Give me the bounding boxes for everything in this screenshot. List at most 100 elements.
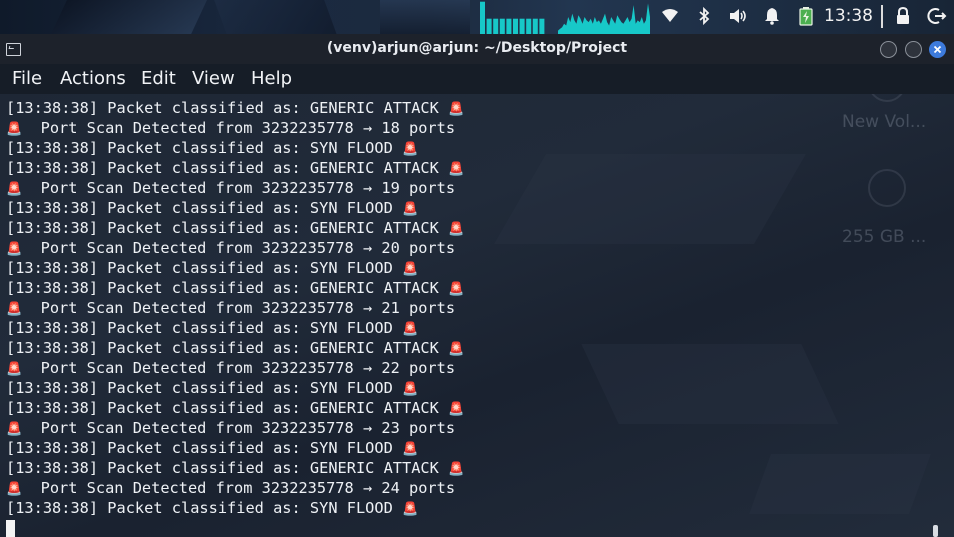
siren-icon: 🚨 — [448, 462, 465, 477]
text-cursor — [6, 520, 15, 537]
terminal-line: [13:38:38] Packet classified as: SYN FLO… — [6, 378, 464, 398]
menu-help[interactable]: Help — [251, 68, 292, 90]
terminal-line: [13:38:38] Packet classified as: SYN FLO… — [6, 198, 464, 218]
terminal-line: [13:38:38] Packet classified as: GENERIC… — [6, 218, 464, 238]
cpu-bar — [532, 18, 538, 34]
wallpaper-shape — [749, 454, 931, 514]
close-icon — [933, 45, 942, 54]
terminal-line-text: [13:38:38] Packet classified as: GENERIC… — [6, 339, 439, 357]
wallpaper-shape — [581, 344, 839, 424]
cpu-monitor-graph[interactable] — [476, 0, 556, 34]
terminal-line: [13:38:38] Packet classified as: GENERIC… — [6, 398, 464, 418]
cpu-bar — [506, 18, 512, 34]
cpu-bar — [513, 18, 518, 34]
siren-icon: 🚨 — [402, 502, 419, 517]
network-monitor-graph[interactable] — [558, 0, 650, 34]
desktop-label-255gb: 255 GB ... — [842, 227, 927, 247]
terminal-line-text: [13:38:38] Packet classified as: SYN FLO… — [6, 199, 393, 217]
cpu-bar — [526, 18, 532, 34]
window-titlebar[interactable]: (venv)arjun@arjun: ~/Desktop/Project — [0, 34, 954, 64]
terminal-line: 🚨 Port Scan Detected from 3232235778 → 2… — [6, 358, 464, 378]
wallpaper-shape — [380, 0, 470, 34]
terminal-window[interactable]: (venv)arjun@arjun: ~/Desktop/Project Fil… — [0, 34, 954, 537]
terminal-line: 🚨 Port Scan Detected from 3232235778 → 2… — [6, 478, 464, 498]
cpu-bar — [486, 18, 492, 34]
desktop-label-new-volume: New Vol... — [842, 112, 927, 132]
terminal-line: 🚨 Port Scan Detected from 3232235778 → 1… — [6, 178, 464, 198]
cpu-bar — [519, 18, 525, 34]
terminal-line: [13:38:38] Packet classified as: SYN FLO… — [6, 438, 464, 458]
menu-file[interactable]: File — [12, 68, 42, 90]
menu-bar: File Actions Edit View Help — [0, 64, 954, 94]
siren-icon: 🚨 — [402, 262, 419, 277]
wallpaper-shape — [48, 0, 212, 34]
terminal-line: [13:38:38] Packet classified as: GENERIC… — [6, 98, 464, 118]
siren-icon: 🚨 — [6, 182, 23, 197]
panel-divider — [881, 5, 883, 28]
terminal-output[interactable]: New Vol... 255 GB ... [13:38:38] Packet … — [0, 94, 954, 537]
logout-icon[interactable] — [927, 6, 947, 26]
minimize-button[interactable] — [880, 41, 897, 58]
siren-icon: 🚨 — [6, 362, 23, 377]
wifi-icon[interactable] — [660, 6, 680, 26]
terminal-line: [13:38:38] Packet classified as: SYN FLO… — [6, 318, 464, 338]
terminal-line-text: Port Scan Detected from 3232235778 → 20 … — [22, 239, 456, 257]
siren-icon: 🚨 — [6, 482, 23, 497]
drive-icon — [868, 94, 906, 102]
bell-icon[interactable] — [762, 6, 782, 26]
terminal-lines: [13:38:38] Packet classified as: GENERIC… — [6, 98, 464, 518]
terminal-line-text: [13:38:38] Packet classified as: SYN FLO… — [6, 439, 393, 457]
terminal-line: [13:38:38] Packet classified as: GENERIC… — [6, 338, 464, 358]
siren-icon: 🚨 — [6, 302, 23, 317]
terminal-line: [13:38:38] Packet classified as: SYN FLO… — [6, 498, 464, 518]
terminal-line-text: [13:38:38] Packet classified as: SYN FLO… — [6, 499, 393, 517]
network-activity-area — [558, 3, 650, 34]
siren-icon: 🚨 — [402, 322, 419, 337]
window-title: (venv)arjun@arjun: ~/Desktop/Project — [326, 40, 628, 56]
siren-icon: 🚨 — [448, 402, 465, 417]
siren-icon: 🚨 — [448, 162, 465, 177]
terminal-line-text: Port Scan Detected from 3232235778 → 18 … — [22, 119, 456, 137]
terminal-line: 🚨 Port Scan Detected from 3232235778 → 2… — [6, 238, 464, 258]
siren-icon: 🚨 — [448, 282, 465, 297]
terminal-line-text: Port Scan Detected from 3232235778 → 23 … — [22, 419, 456, 437]
close-button[interactable] — [929, 41, 946, 58]
terminal-line-text: [13:38:38] Packet classified as: SYN FLO… — [6, 139, 393, 157]
terminal-line: [13:38:38] Packet classified as: GENERIC… — [6, 158, 464, 178]
volume-icon[interactable] — [728, 6, 748, 26]
terminal-line-text: [13:38:38] Packet classified as: GENERIC… — [6, 279, 439, 297]
terminal-line-text: [13:38:38] Packet classified as: GENERIC… — [6, 399, 439, 417]
terminal-line-text: [13:38:38] Packet classified as: SYN FLO… — [6, 259, 393, 277]
terminal-line-text: Port Scan Detected from 3232235778 → 22 … — [22, 359, 456, 377]
drive-icon — [868, 169, 906, 207]
cpu-bar — [480, 1, 485, 34]
clock[interactable]: 13:38 — [824, 5, 873, 27]
terminal-line-text: [13:38:38] Packet classified as: GENERIC… — [6, 159, 439, 177]
terminal-line-text: Port Scan Detected from 3232235778 → 19 … — [22, 179, 456, 197]
cpu-bar — [499, 18, 505, 34]
siren-icon: 🚨 — [402, 442, 419, 457]
scrollbar-thumb[interactable] — [933, 525, 938, 537]
cpu-bar — [493, 18, 499, 34]
terminal-line-text: [13:38:38] Packet classified as: SYN FLO… — [6, 319, 393, 337]
menu-edit[interactable]: Edit — [141, 68, 176, 90]
terminal-line-text: Port Scan Detected from 3232235778 → 24 … — [22, 479, 456, 497]
siren-icon: 🚨 — [448, 102, 465, 117]
terminal-line: [13:38:38] Packet classified as: SYN FLO… — [6, 258, 464, 278]
siren-icon: 🚨 — [402, 202, 419, 217]
siren-icon: 🚨 — [402, 382, 419, 397]
terminal-line: [13:38:38] Packet classified as: GENERIC… — [6, 278, 464, 298]
menu-view[interactable]: View — [192, 68, 235, 90]
siren-icon: 🚨 — [6, 422, 23, 437]
terminal-line: [13:38:38] Packet classified as: GENERIC… — [6, 458, 464, 478]
terminal-line: 🚨 Port Scan Detected from 3232235778 → 2… — [6, 418, 464, 438]
maximize-button[interactable] — [905, 41, 922, 58]
terminal-line: [13:38:38] Packet classified as: SYN FLO… — [6, 138, 464, 158]
menu-actions[interactable]: Actions — [60, 68, 126, 90]
terminal-line: 🚨 Port Scan Detected from 3232235778 → 1… — [6, 118, 464, 138]
battery-charging-icon[interactable] — [796, 6, 816, 26]
lock-icon[interactable] — [893, 6, 913, 26]
siren-icon: 🚨 — [448, 222, 465, 237]
terminal-line: 🚨 Port Scan Detected from 3232235778 → 2… — [6, 298, 464, 318]
bluetooth-icon[interactable] — [694, 6, 714, 26]
